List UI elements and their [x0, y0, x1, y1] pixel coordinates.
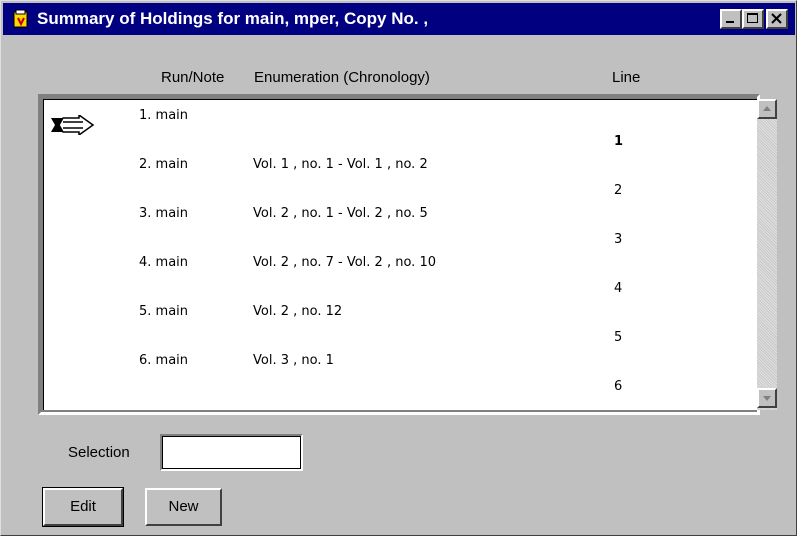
edit-button[interactable]: Edit — [42, 487, 124, 527]
row-run-note: 4. main — [139, 255, 189, 270]
row-enumeration: Vol. 2 , no. 12 — [253, 304, 343, 319]
list-item[interactable]: 6. main Vol. 3 , no. 1 6 — [44, 353, 754, 402]
row-enumeration: Vol. 1 , no. 1 - Vol. 1 , no. 2 — [253, 157, 428, 172]
row-line-number: 1 — [614, 134, 624, 149]
row-line-number: 4 — [614, 281, 623, 296]
column-header-enumeration: Enumeration (Chronology) — [254, 69, 430, 86]
title-bar[interactable]: Summary of Holdings for main, mper, Copy… — [3, 3, 795, 35]
row-enumeration: Vol. 2 , no. 1 - Vol. 2 , no. 5 — [253, 206, 428, 221]
scroll-up-button[interactable] — [757, 99, 777, 119]
scroll-down-icon — [763, 396, 771, 401]
row-line-number: 2 — [614, 183, 623, 198]
window-title: Summary of Holdings for main, mper, Copy… — [37, 9, 429, 28]
minimize-button[interactable] — [720, 9, 742, 29]
list-item[interactable]: 2. main Vol. 1 , no. 1 - Vol. 1 , no. 2 … — [44, 157, 754, 206]
selection-label: Selection — [68, 444, 130, 461]
maximize-button[interactable] — [742, 9, 764, 29]
close-button[interactable] — [766, 9, 788, 29]
row-line-number: 6 — [614, 379, 623, 394]
scroll-down-button[interactable] — [757, 388, 777, 408]
maximize-icon — [747, 13, 758, 23]
close-icon — [771, 13, 782, 24]
list-item[interactable]: 1. main 1 — [44, 108, 754, 157]
pointer-arrow-icon — [51, 115, 95, 135]
vertical-scrollbar[interactable] — [757, 99, 777, 410]
row-run-note: 5. main — [139, 304, 189, 319]
column-header-run-note: Run/Note — [161, 69, 225, 86]
holdings-list[interactable]: 1. main 1 2. main Vol. 1 , no. 1 - Vol. … — [43, 99, 757, 410]
row-enumeration: Vol. 2 , no. 7 - Vol. 2 , no. 10 — [253, 255, 436, 270]
column-header-line: Line — [612, 69, 641, 86]
holdings-summary-window: Summary of Holdings for main, mper, Copy… — [0, 0, 797, 536]
list-item[interactable]: 3. main Vol. 2 , no. 1 - Vol. 2 , no. 5 … — [44, 206, 754, 255]
row-run-note: 1. main — [139, 108, 189, 123]
new-button[interactable]: New — [145, 488, 222, 526]
scroll-up-icon — [763, 106, 771, 111]
row-run-note: 6. main — [139, 353, 189, 368]
minimize-icon — [726, 21, 734, 23]
list-item[interactable]: 5. main Vol. 2 , no. 12 5 — [44, 304, 754, 353]
row-line-number: 5 — [614, 330, 623, 345]
row-run-note: 3. main — [139, 206, 189, 221]
selection-input[interactable] — [160, 434, 303, 471]
app-icon — [13, 9, 28, 28]
row-run-note: 2. main — [139, 157, 189, 172]
list-item[interactable]: 4. main Vol. 2 , no. 7 - Vol. 2 , no. 10… — [44, 255, 754, 304]
row-line-number: 3 — [614, 232, 623, 247]
row-enumeration: Vol. 3 , no. 1 — [253, 353, 334, 368]
